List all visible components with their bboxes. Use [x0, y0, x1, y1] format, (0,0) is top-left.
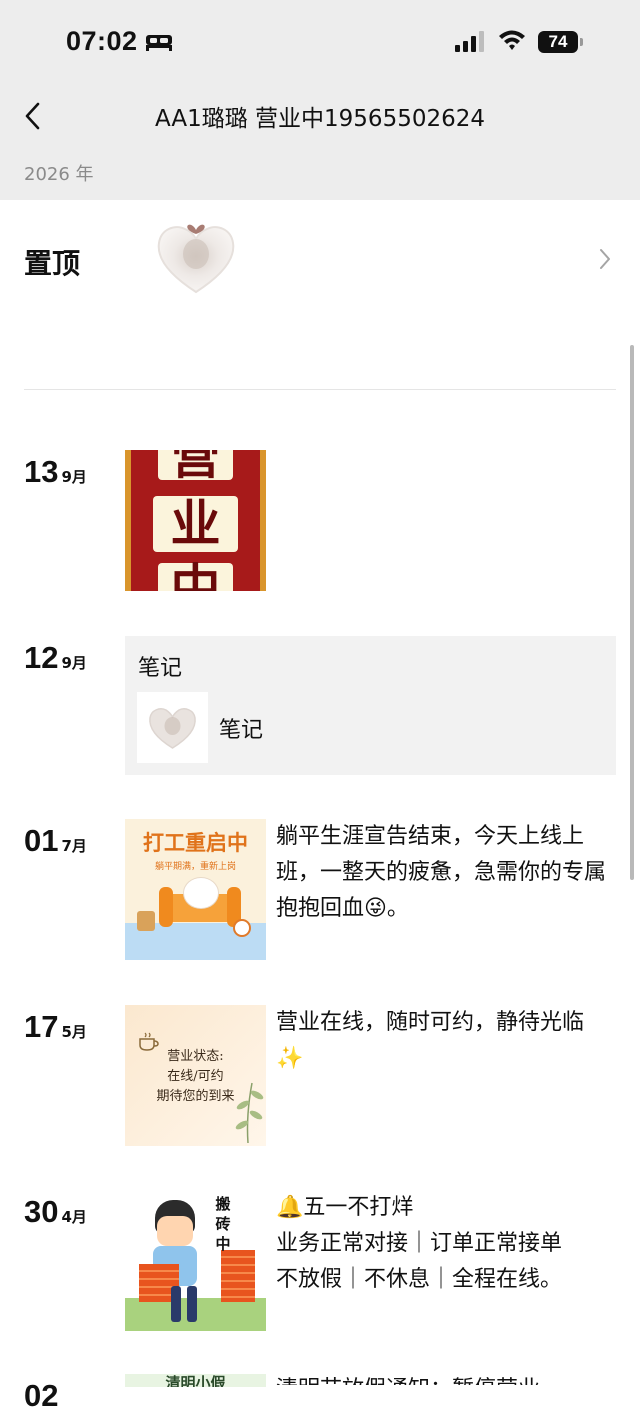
pinned-label: 置顶	[24, 247, 81, 280]
post-image[interactable]: 营 业 中	[125, 450, 266, 591]
post-date: 12 9月	[24, 640, 87, 676]
post-text-line: 不放假｜不休息｜全程在线。	[276, 1267, 563, 1292]
heart-photo-thumbnail[interactable]	[155, 216, 237, 296]
post-date: 30 4月	[24, 1194, 87, 1230]
post-date: 02	[24, 1378, 58, 1414]
sleep-focus-icon	[146, 35, 172, 51]
post-text-line: 业务正常对接｜订单正常接单	[276, 1231, 563, 1256]
post-text: 清明节放假通知：暂停营业	[276, 1372, 606, 1385]
year-header: 2026 年	[24, 164, 94, 185]
note-title: 笔记	[138, 656, 183, 681]
post-text: 🔔五一不打烊 业务正常对接｜订单正常接单 不放假｜不休息｜全程在线。	[276, 1190, 616, 1298]
image-text: 业	[170, 495, 221, 553]
image-text: 躺平期满，重新上岗	[154, 862, 236, 872]
note-subtitle: 笔记	[219, 718, 264, 743]
image-text: 中	[170, 559, 221, 591]
image-text: 营业状态:	[167, 1049, 224, 1064]
post-text-line: 🔔五一不打烊	[276, 1195, 414, 1220]
heart-icon	[149, 708, 196, 749]
chevron-right-icon	[600, 249, 610, 269]
image-text: 打工重启中	[143, 831, 248, 855]
post-date: 17 5月	[24, 1009, 87, 1045]
post-image[interactable]: 打工重启中 躺平期满，重新上岗	[125, 819, 266, 960]
image-text: 砖	[215, 1215, 231, 1233]
leaf-branch-icon	[235, 1082, 264, 1144]
post-date: 13 9月	[24, 454, 87, 490]
image-text: 搬	[215, 1195, 231, 1213]
status-bar: 07:02 74	[0, 0, 640, 88]
post-month: 9月	[61, 468, 87, 486]
battery-tip	[580, 38, 583, 46]
post-day: 12	[24, 640, 59, 675]
post-month: 4月	[61, 1208, 87, 1226]
page-title: AA1璐璐 营业中19565502624	[154, 106, 486, 132]
divider	[24, 389, 616, 390]
nav-bar: AA1璐璐 营业中19565502624	[0, 88, 640, 148]
post-day: 01	[24, 823, 59, 858]
image-text: 中	[215, 1235, 231, 1253]
post-day: 17	[24, 1009, 59, 1044]
image-text: 营	[170, 450, 221, 485]
post-text: 营业在线，随时可约，静待光临✨	[276, 1010, 585, 1071]
image-text: 清明小假	[165, 1374, 226, 1387]
post-day: 13	[24, 454, 59, 489]
post-day: 02	[24, 1378, 59, 1413]
battery-indicator: 74	[538, 31, 578, 53]
top-bar: 07:02 74 AA1璐璐 营业中19565502624 2026 年	[0, 0, 640, 200]
post-month: 7月	[61, 837, 87, 855]
post-month: 5月	[61, 1023, 87, 1041]
note-thumbnail	[137, 692, 208, 763]
status-time: 07:02	[66, 26, 138, 56]
note-card[interactable]: 笔记 笔记	[125, 636, 616, 775]
pinned-row[interactable]: 置顶	[0, 200, 640, 390]
post-image[interactable]: 营业状态: 在线/可约 期待您的到来	[125, 1005, 266, 1146]
scrollbar[interactable]	[630, 345, 634, 880]
post-text: 躺平生涯宣告结束，今天上线上班，一整天的疲惫，急需你的专属抱抱回血😜。	[276, 824, 607, 921]
post-month: 9月	[61, 654, 87, 672]
post-day: 30	[24, 1194, 59, 1229]
post-date: 01 7月	[24, 823, 87, 859]
cellular-signal-icon	[455, 31, 484, 52]
post-image[interactable]: 清明小假	[125, 1374, 266, 1387]
post-image[interactable]: 搬 砖 中	[125, 1190, 266, 1331]
wifi-icon	[499, 30, 525, 50]
